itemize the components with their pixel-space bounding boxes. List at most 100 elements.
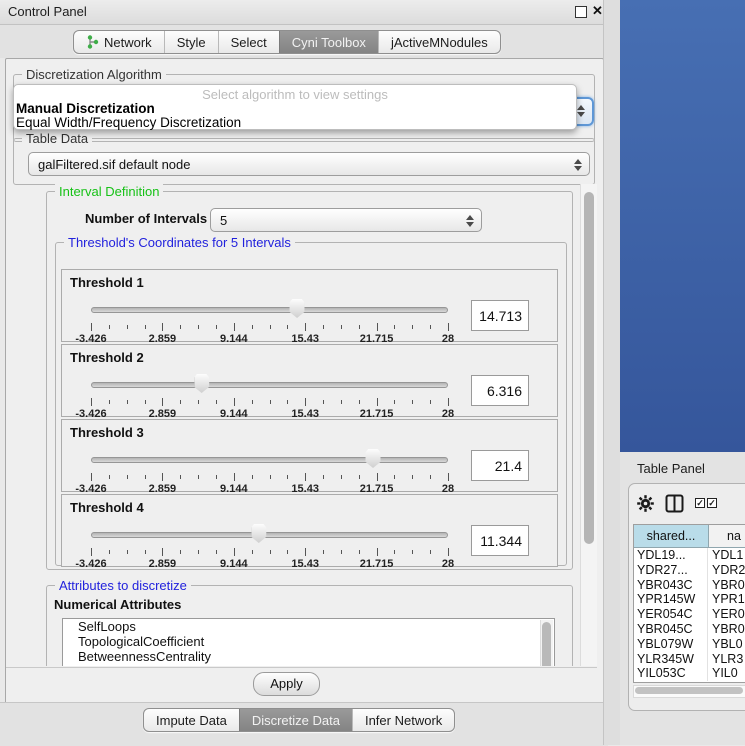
close-icon[interactable]: ✕	[592, 3, 603, 19]
settings-scroll-viewport: Interval Definition Number of Intervals …	[6, 184, 579, 666]
table-row[interactable]: YDL19...YDL1	[634, 548, 745, 563]
algorithm-dropdown-popup: Select algorithm to view settings Manual…	[13, 84, 577, 130]
tab-style[interactable]: Style	[164, 31, 218, 53]
checkbox-icon: ✓	[695, 498, 705, 508]
number-of-intervals-label: Number of Intervals	[85, 211, 207, 226]
number-of-intervals-combobox[interactable]: 5	[210, 208, 482, 232]
slider-thumb-icon[interactable]	[366, 449, 381, 468]
popup-item-equal-width-frequency[interactable]: Equal Width/Frequency Discretization	[14, 116, 576, 130]
tab-label: Cyni Toolbox	[292, 35, 366, 50]
table-data-combobox[interactable]: galFiltered.sif default node	[28, 152, 590, 176]
network-desktop: GAL80GACGAL11GAL4GCY1HHAP2	[620, 0, 745, 452]
threshold-slider[interactable]: -3.4262.8599.14415.4321.71528	[91, 446, 448, 486]
popup-item-manual-discretization[interactable]: Manual Discretization	[14, 102, 576, 116]
tab-jactivemnodules[interactable]: jActiveMNodules	[378, 31, 500, 53]
attribute-item-betweennesscentrality[interactable]: BetweennessCentrality	[63, 649, 554, 664]
column-header-name[interactable]: na	[709, 525, 745, 547]
select-all-icons[interactable]: ✓ ✓	[695, 498, 717, 508]
threshold-value-field[interactable]: 21.4	[471, 450, 529, 481]
threshold-slider[interactable]: -3.4262.8599.14415.4321.71528	[91, 521, 448, 561]
table-row[interactable]: YBR045CYBR0	[634, 622, 745, 637]
slider-thumb-icon[interactable]	[194, 374, 209, 393]
cell-name: YDL1	[708, 548, 745, 563]
attribute-item-selfloops[interactable]: SelfLoops	[63, 619, 554, 634]
table-row[interactable]: YBL079WYBL0	[634, 637, 745, 652]
numerical-attributes-label: Numerical Attributes	[54, 597, 181, 612]
table-data-group-title: Table Data	[22, 131, 92, 146]
columns-icon[interactable]	[665, 494, 684, 513]
attributes-list-scrollbar-thumb[interactable]	[542, 622, 551, 666]
table-row[interactable]: YBR043CYBR0	[634, 578, 745, 593]
mode-tab-impute-data[interactable]: Impute Data	[144, 709, 239, 731]
table-data-combobox-value: galFiltered.sif default node	[38, 157, 190, 172]
slider-track[interactable]	[91, 382, 448, 388]
slider-thumb-icon[interactable]	[290, 299, 305, 318]
discretization-algorithm-group-title: Discretization Algorithm	[22, 67, 166, 82]
threshold-value-field[interactable]: 14.713	[471, 300, 529, 331]
tab-label: Style	[177, 35, 206, 50]
panel-splitter[interactable]	[603, 0, 621, 745]
gear-icon[interactable]	[637, 495, 654, 512]
tab-label: jActiveMNodules	[391, 35, 488, 50]
threshold-label: Threshold 1	[70, 275, 144, 290]
table-horizontal-scrollbar-thumb[interactable]	[635, 687, 743, 694]
top-tab-strip: Network Style Select Cyni Toolbox jActiveMNo…	[0, 25, 608, 58]
mode-tab-discretize-data[interactable]: Discretize Data	[239, 709, 352, 731]
apply-separator	[6, 667, 597, 668]
threshold-2-panel: Threshold 2 -3.4262.8599.14415.4321.71528…	[61, 344, 558, 417]
apply-button[interactable]: Apply	[253, 672, 320, 696]
numerical-attributes-list[interactable]: SelfLoopsTopologicalCoefficientBetweenne…	[62, 618, 555, 666]
slider-track[interactable]	[91, 457, 448, 463]
threshold-value-field[interactable]: 11.344	[471, 525, 529, 556]
slider-track[interactable]	[91, 307, 448, 313]
cell-name: YDR2	[708, 563, 745, 578]
combo-stepper-icon	[573, 157, 582, 173]
threshold-label: Threshold 4	[70, 500, 144, 515]
table-horizontal-scrollbar[interactable]	[633, 685, 745, 698]
tab-label: Impute Data	[156, 713, 227, 728]
checkbox-icon: ✓	[707, 498, 717, 508]
interval-definition-group-title: Interval Definition	[55, 184, 163, 199]
float-window-icon[interactable]	[575, 6, 587, 18]
node-attribute-table: shared... na YDL19...YDL1YDR27...YDR2YBR…	[633, 524, 745, 683]
settings-scrollbar-thumb[interactable]	[584, 192, 594, 544]
cell-shared-name: YPR145W	[634, 592, 708, 607]
cell-name: YER0	[708, 607, 745, 622]
table-row[interactable]: YLR345WYLR3	[634, 652, 745, 667]
tab-network[interactable]: Network	[74, 31, 164, 53]
slider-ticks	[91, 398, 448, 407]
threshold-3-panel: Threshold 3-3.4262.8599.14415.4321.71528…	[61, 419, 558, 492]
mode-tab-infer-network[interactable]: Infer Network	[352, 709, 454, 731]
tab-label: Discretize Data	[252, 713, 340, 728]
cyni-mode-tabs: Impute Data Discretize Data Infer Network	[143, 708, 455, 732]
attribute-item-topologicalcoefficient[interactable]: TopologicalCoefficient	[63, 634, 554, 649]
interval-definition-group: Interval Definition Number of Intervals …	[46, 191, 573, 570]
slider-thumb-icon[interactable]	[251, 524, 266, 543]
table-row[interactable]: YPR145WYPR1	[634, 592, 745, 607]
threshold-slider[interactable]: -3.4262.8599.14415.4321.71528	[91, 371, 448, 411]
slider-track[interactable]	[91, 532, 448, 538]
threshold-slider[interactable]: -3.4262.8599.14415.4321.71528	[91, 296, 448, 336]
tab-select[interactable]: Select	[218, 31, 279, 53]
thresholds-group: Threshold's Coordinates for 5 Intervals …	[55, 242, 567, 566]
slider-ticks	[91, 473, 448, 482]
attributes-list-scrollbar[interactable]	[540, 620, 553, 666]
number-of-intervals-value: 5	[220, 213, 227, 228]
table-row[interactable]: YIL053CYIL0	[634, 666, 745, 681]
tab-cyni-toolbox[interactable]: Cyni Toolbox	[279, 31, 378, 53]
algorithm-popup-hint: Select algorithm to view settings	[14, 88, 576, 102]
slider-axis-labels: -3.4262.8599.14415.4321.71528	[91, 558, 448, 570]
table-row[interactable]: YER054CYER0	[634, 607, 745, 622]
cell-name: YBR0	[708, 578, 745, 593]
table-row[interactable]: YDR27...YDR2	[634, 563, 745, 578]
threshold-4-panel: Threshold 4 -3.4262.8599.14415.4321.71528…	[61, 494, 558, 567]
threshold-value-field[interactable]: 6.316	[471, 375, 529, 406]
column-header-shared-name[interactable]: shared...	[634, 525, 709, 547]
tab-label: Infer Network	[365, 713, 442, 728]
table-data-group: Table Data galFiltered.sif default node	[13, 138, 595, 185]
slider-ticks	[91, 323, 448, 332]
settings-scrollbar[interactable]	[580, 184, 597, 666]
table-panel-title: Table Panel	[637, 461, 705, 476]
threshold-label: Threshold 2	[70, 350, 144, 365]
threshold-1-panel: Threshold 1 -3.4262.8599.14415.4321.71528…	[61, 269, 558, 342]
